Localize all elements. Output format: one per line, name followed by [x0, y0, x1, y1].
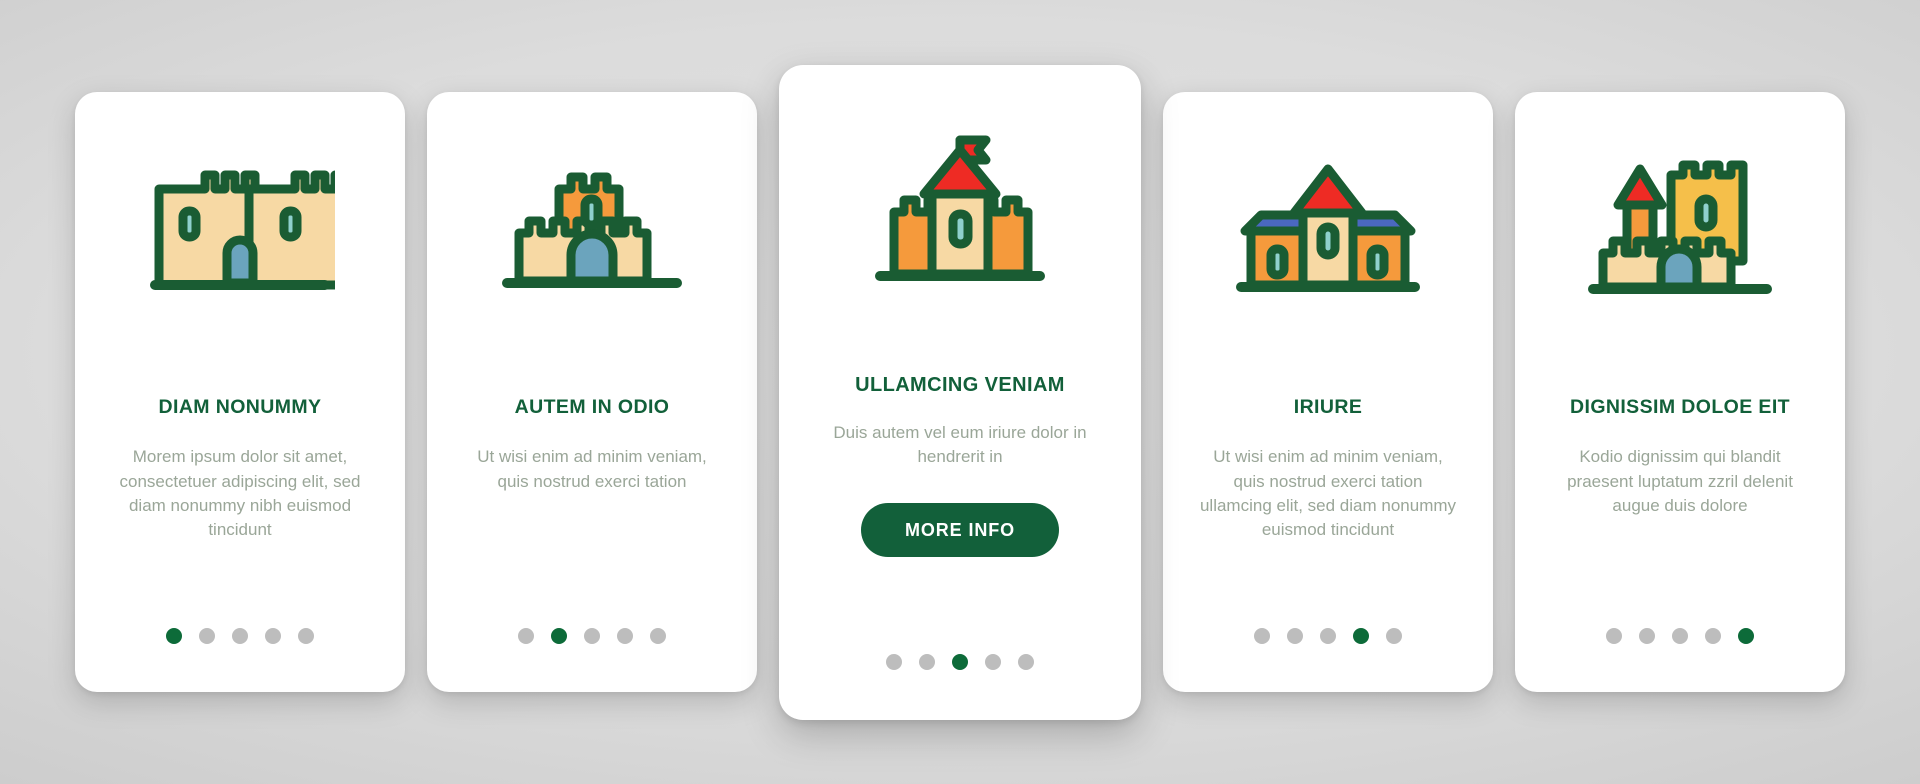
castle-keep-gate-icon: [427, 154, 757, 304]
pagination-dots: [1515, 628, 1845, 644]
pagination-dot-3[interactable]: [1672, 628, 1688, 644]
castle-flag-tower-icon: [779, 135, 1141, 287]
pagination-dots: [427, 628, 757, 644]
castle-twin-towers-icon: [75, 154, 405, 304]
onboarding-card-2[interactable]: AUTEM IN ODIO Ut wisi enim ad minim veni…: [427, 92, 757, 692]
onboarding-card-1[interactable]: DIAM NONUMMY Morem ipsum dolor sit amet,…: [75, 92, 405, 692]
card-body-text: Ut wisi enim ad minim veniam, quis nostr…: [477, 447, 707, 491]
pagination-dot-1[interactable]: [1606, 628, 1622, 644]
card-title: DIGNISSIM DOLOE EIT: [1570, 396, 1790, 418]
pagination-dot-4[interactable]: [1353, 628, 1369, 644]
onboarding-card-5[interactable]: DIGNISSIM DOLOE EIT Kodio dignissim qui …: [1515, 92, 1845, 692]
pagination-dot-1[interactable]: [1254, 628, 1270, 644]
pagination-dot-4[interactable]: [1705, 628, 1721, 644]
more-info-button[interactable]: MORE INFO: [860, 502, 1060, 557]
pagination-dots: [75, 628, 405, 644]
card-body-text: Duis autem vel eum iriure dolor in hendr…: [833, 422, 1087, 466]
pagination-dot-1[interactable]: [518, 628, 534, 644]
pagination-dot-5[interactable]: [1738, 628, 1754, 644]
pagination-dot-5[interactable]: [1386, 628, 1402, 644]
pagination-dot-3[interactable]: [1320, 628, 1336, 644]
pagination-dot-2[interactable]: [1639, 628, 1655, 644]
pagination-dots: [779, 653, 1141, 670]
castle-turret-wall-icon: [1515, 154, 1845, 304]
onboarding-screens-row: DIAM NONUMMY Morem ipsum dolor sit amet,…: [0, 0, 1920, 784]
card-title: IRIURE: [1293, 396, 1363, 418]
pagination-dots: [1163, 628, 1493, 644]
pagination-dot-1[interactable]: [166, 628, 182, 644]
castle-manor-house-icon: [1163, 154, 1493, 304]
pagination-dot-2[interactable]: [551, 628, 567, 644]
pagination-dot-2[interactable]: [919, 653, 935, 670]
card-body-text: Kodio dignissim qui blandit praesent lup…: [1567, 447, 1793, 515]
pagination-dot-5[interactable]: [298, 628, 314, 644]
onboarding-card-4[interactable]: IRIURE Ut wisi enim ad minim veniam, qui…: [1163, 92, 1493, 692]
pagination-dot-3[interactable]: [232, 628, 248, 644]
card-title: DIAM NONUMMY: [158, 396, 322, 418]
pagination-dot-4[interactable]: [265, 628, 281, 644]
pagination-dot-3[interactable]: [952, 653, 968, 670]
pagination-dot-3[interactable]: [584, 628, 600, 644]
card-title: ULLAMCING VENIAM: [855, 373, 1065, 396]
pagination-dot-2[interactable]: [199, 628, 215, 644]
pagination-dot-2[interactable]: [1287, 628, 1303, 644]
onboarding-card-3[interactable]: ULLAMCING VENIAM Duis autem vel eum iriu…: [779, 64, 1141, 720]
card-title: AUTEM IN ODIO: [514, 396, 670, 418]
pagination-dot-1[interactable]: [886, 653, 902, 670]
card-body-text: Ut wisi enim ad minim veniam, quis nostr…: [1199, 447, 1457, 539]
pagination-dot-4[interactable]: [617, 628, 633, 644]
card-body-text: Morem ipsum dolor sit amet, consectetuer…: [119, 447, 361, 539]
pagination-dot-5[interactable]: [1018, 653, 1034, 670]
pagination-dot-5[interactable]: [650, 628, 666, 644]
pagination-dot-4[interactable]: [985, 653, 1001, 670]
